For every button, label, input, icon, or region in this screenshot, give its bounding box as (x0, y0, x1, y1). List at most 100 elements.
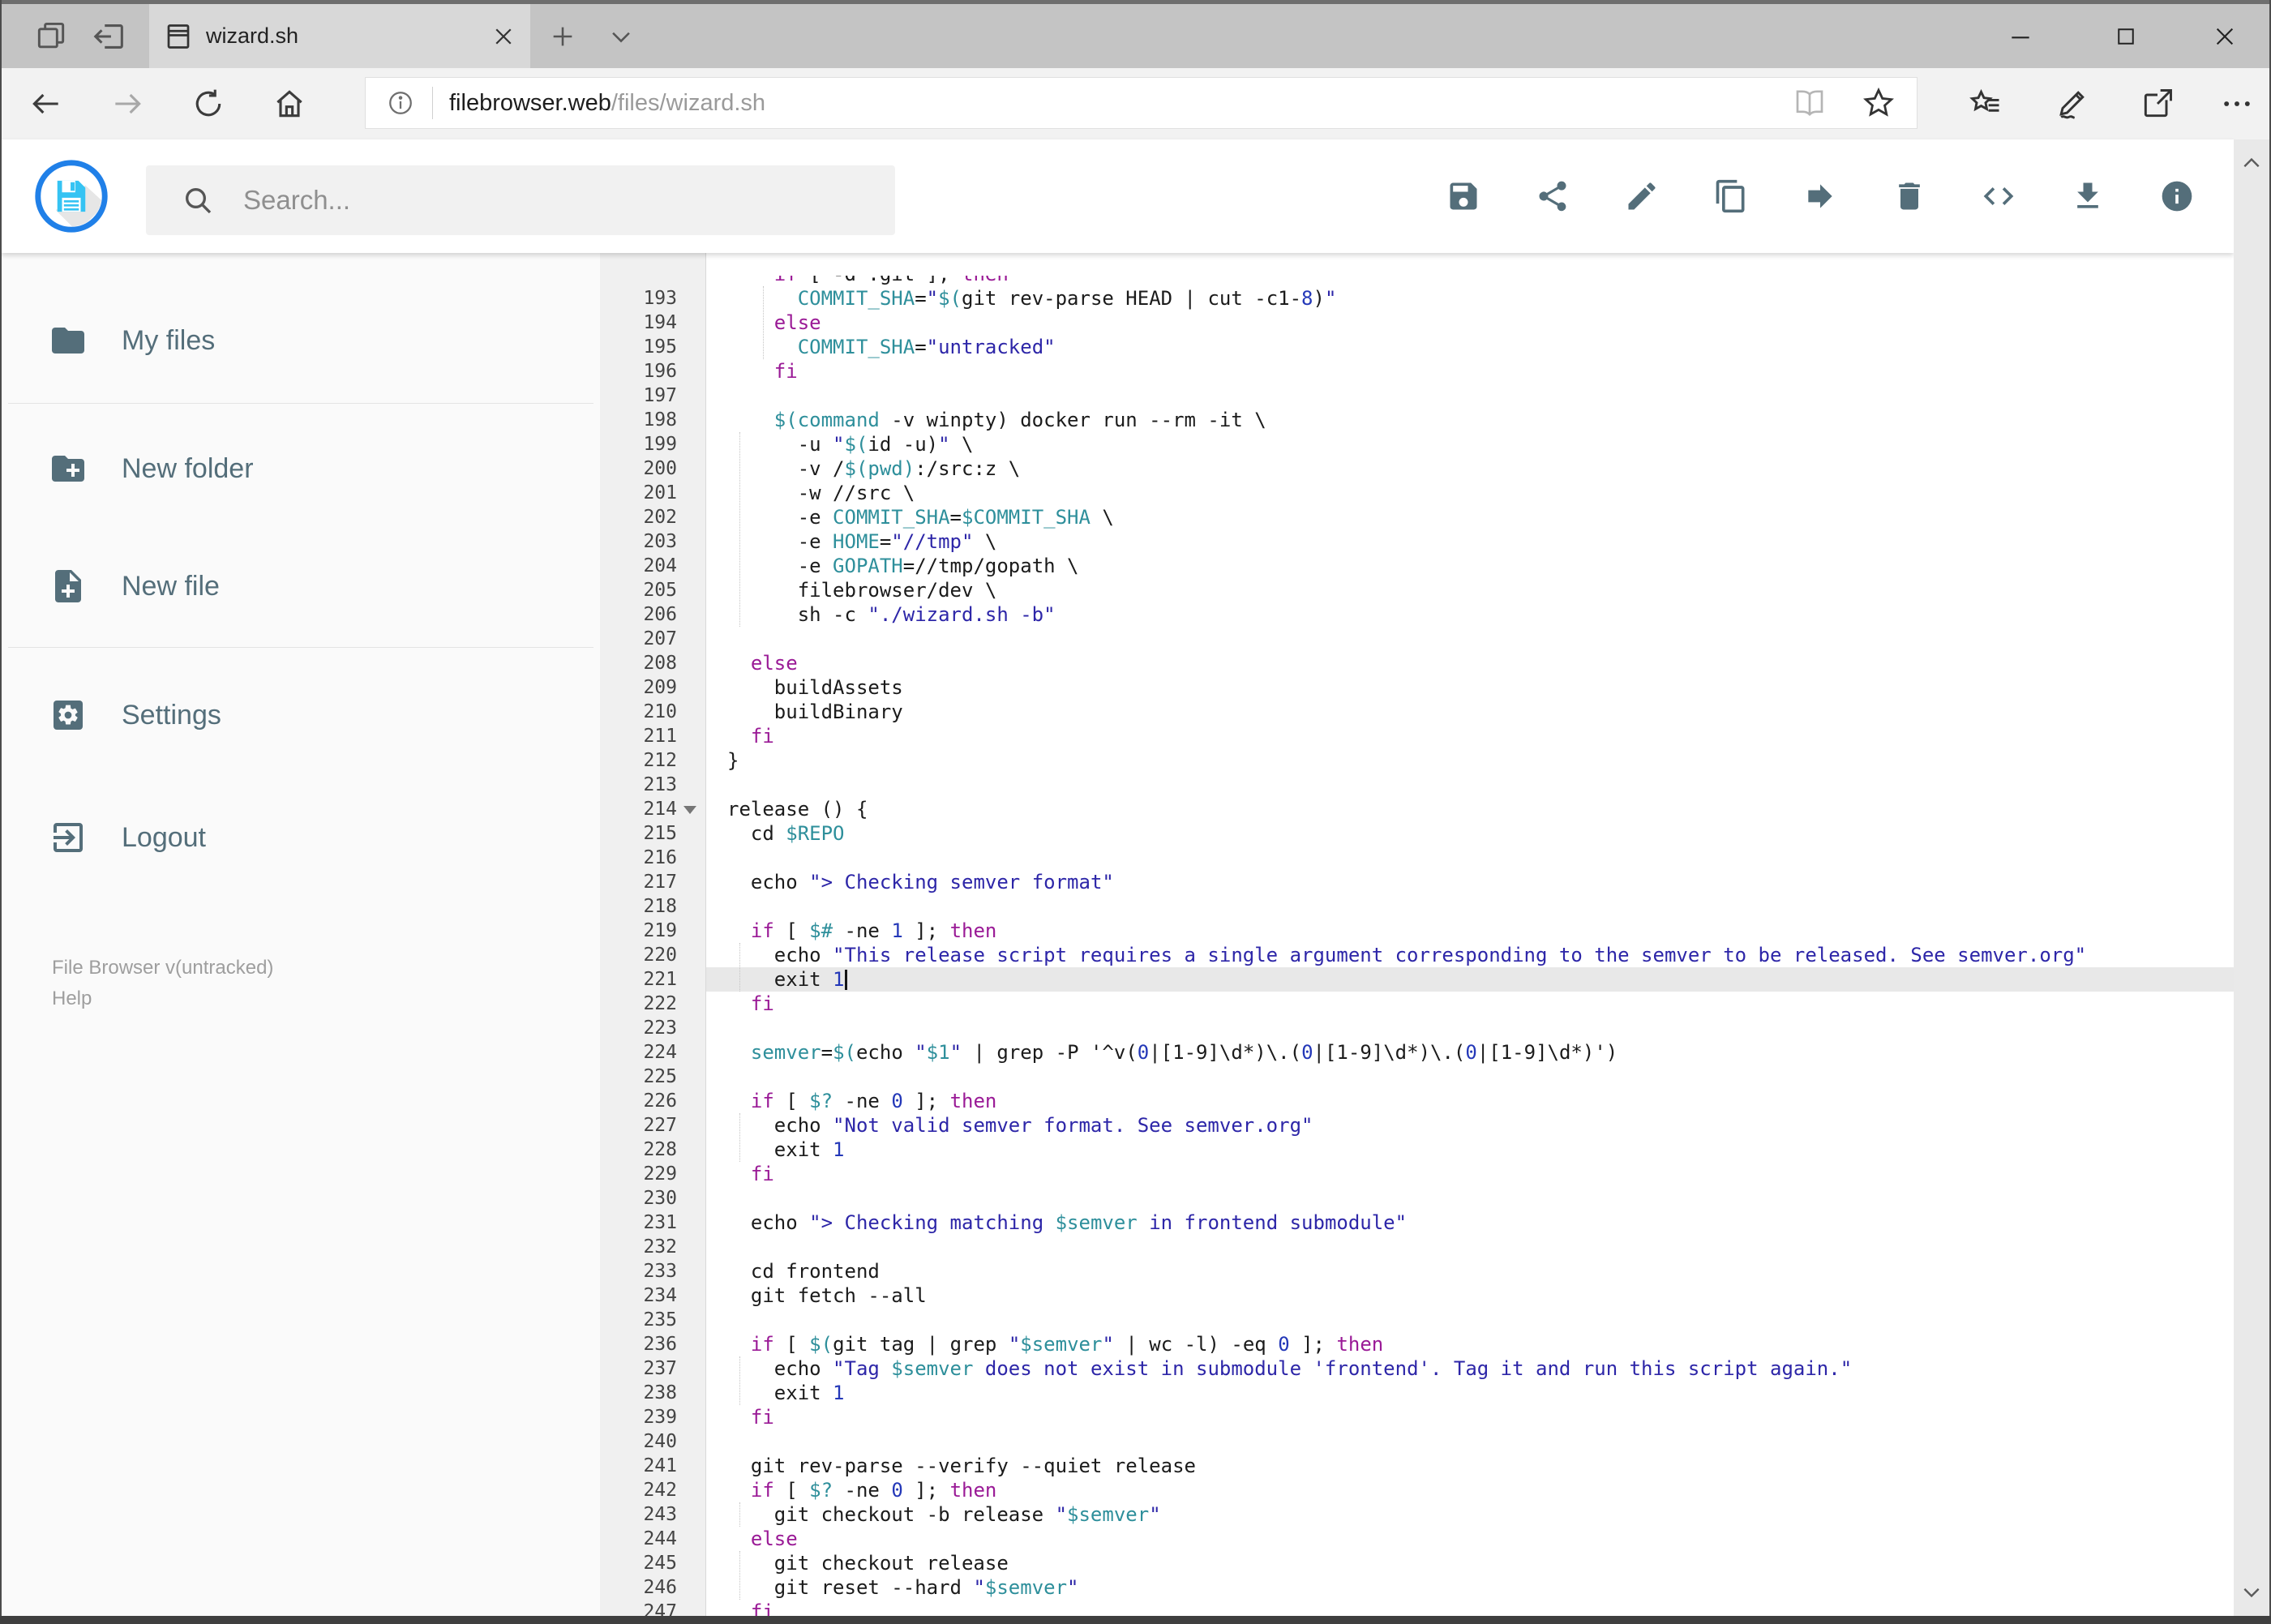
code-line[interactable]: 217 echo "> Checking semver format" (600, 870, 2235, 894)
tab-list-button[interactable] (597, 4, 645, 68)
url-text[interactable]: filebrowser.web/files/wizard.sh (449, 90, 1793, 117)
code-line[interactable]: 195 COMMIT_SHA="untracked" (600, 335, 2235, 359)
home-button[interactable] (253, 68, 326, 139)
code-line[interactable]: 213 (600, 773, 2235, 797)
code-line[interactable]: 232 (600, 1235, 2235, 1259)
code-line[interactable]: 226 if [ $? -ne 0 ]; then (600, 1089, 2235, 1113)
code-line[interactable]: 233 cd frontend (600, 1259, 2235, 1283)
code-line[interactable]: 246 git reset --hard "$semver" (600, 1575, 2235, 1600)
code-line[interactable]: 218 (600, 894, 2235, 919)
code-line[interactable]: 245 git checkout release (600, 1551, 2235, 1575)
minimize-button[interactable] (1983, 4, 2058, 68)
filebrowser-logo[interactable] (34, 159, 109, 234)
sidebar-item-new-folder[interactable]: New folder (49, 443, 254, 495)
code-line[interactable]: 237 echo "Tag $semver does not exist in … (600, 1356, 2235, 1381)
web-notes-button[interactable] (2037, 68, 2106, 139)
info-button[interactable] (2159, 178, 2195, 214)
search-box[interactable] (146, 165, 895, 235)
code-line[interactable]: 235 (600, 1308, 2235, 1332)
copy-button[interactable] (1713, 178, 1749, 214)
code-line[interactable]: 240 (600, 1429, 2235, 1454)
save-button[interactable] (1446, 178, 1481, 214)
code-line[interactable]: 223 (600, 1016, 2235, 1040)
code-line[interactable]: 227 echo "Not valid semver format. See s… (600, 1113, 2235, 1138)
sidebar-item-settings[interactable]: Settings (49, 689, 221, 741)
close-window-button[interactable] (2187, 4, 2262, 68)
code-button[interactable] (1981, 178, 2016, 214)
code-line[interactable]: 206 sh -c "./wizard.sh -b" (600, 602, 2235, 627)
delete-button[interactable] (1892, 178, 1927, 214)
code-line[interactable]: 236 if [ $(git tag | grep "$semver" | wc… (600, 1332, 2235, 1356)
code-line[interactable]: 234 git fetch --all (600, 1283, 2235, 1308)
code-line[interactable]: 196 fi (600, 359, 2235, 384)
code-line[interactable]: 239 fi (600, 1405, 2235, 1429)
tab-close-icon[interactable] (491, 24, 516, 49)
tab-preview-button[interactable] (23, 4, 79, 68)
code-line[interactable]: 228 exit 1 (600, 1138, 2235, 1162)
code-line[interactable]: 198 $(command -v winpty) docker run --rm… (600, 408, 2235, 432)
code-line[interactable]: 222 fi (600, 992, 2235, 1016)
share-page-button[interactable] (2123, 68, 2192, 139)
code-line[interactable]: 214 release () { (600, 797, 2235, 821)
code-line[interactable]: 224 semver=$(echo "$1" | grep -P '^v(0|[… (600, 1040, 2235, 1065)
code-line[interactable]: 216 (600, 846, 2235, 870)
code-line[interactable]: 201 -w //src \ (600, 481, 2235, 505)
code-line[interactable]: 244 else (600, 1527, 2235, 1551)
browser-tab[interactable]: wizard.sh (149, 4, 530, 68)
sidebar-item-my-files[interactable]: My files (49, 315, 215, 366)
code-line[interactable]: 200 -v /$(pwd):/src:z \ (600, 456, 2235, 481)
code-line[interactable]: if [ -d .git ]; then (600, 276, 2235, 286)
code-line[interactable]: 209 buildAssets (600, 675, 2235, 700)
code-line[interactable]: 199 -u "$(id -u)" \ (600, 432, 2235, 456)
address-field[interactable]: filebrowser.web/files/wizard.sh (365, 77, 1917, 129)
settings-more-button[interactable] (2202, 68, 2271, 139)
back-button[interactable] (10, 68, 83, 139)
code-line[interactable]: 247 fi (600, 1600, 2235, 1616)
scroll-down-button[interactable] (2234, 1572, 2269, 1611)
sidebar-item-logout[interactable]: Logout (49, 812, 206, 863)
fold-marker-icon[interactable] (683, 806, 696, 814)
code-editor[interactable]: if [ -d .git ]; then193 COMMIT_SHA="$(gi… (600, 253, 2235, 1616)
code-line[interactable]: 215 cd $REPO (600, 821, 2235, 846)
share-button[interactable] (1535, 178, 1570, 214)
code-line[interactable]: 197 (600, 384, 2235, 408)
code-line[interactable]: 229 fi (600, 1162, 2235, 1186)
reading-view-icon[interactable] (1793, 87, 1826, 119)
code-line[interactable]: 202 -e COMMIT_SHA=$COMMIT_SHA \ (600, 505, 2235, 529)
search-input[interactable] (242, 184, 895, 216)
code-line[interactable]: 230 (600, 1186, 2235, 1211)
code-line[interactable]: 193 COMMIT_SHA="$(git rev-parse HEAD | c… (600, 286, 2235, 311)
code-line[interactable]: 210 buildBinary (600, 700, 2235, 724)
new-tab-button[interactable] (538, 4, 587, 68)
forward-button[interactable] (91, 68, 164, 139)
code-line[interactable]: 204 -e GOPATH=//tmp/gopath \ (600, 554, 2235, 578)
code-line[interactable]: 208 else (600, 651, 2235, 675)
page-scrollbar[interactable] (2234, 139, 2269, 1616)
edit-button[interactable] (1624, 178, 1660, 214)
move-button[interactable] (1802, 178, 1838, 214)
code-line[interactable]: 220 echo "This release script requires a… (600, 943, 2235, 967)
code-line[interactable]: 238 exit 1 (600, 1381, 2235, 1405)
code-line[interactable]: 205 filebrowser/dev \ (600, 578, 2235, 602)
site-info-icon[interactable] (387, 89, 414, 117)
scroll-up-button[interactable] (2234, 144, 2269, 183)
favorite-star-icon[interactable] (1862, 86, 1896, 120)
maximize-button[interactable] (2089, 4, 2163, 68)
help-link[interactable]: Help (52, 988, 92, 1010)
sidebar-item-new-file[interactable]: New file (49, 560, 220, 612)
code-line[interactable]: 242 if [ $? -ne 0 ]; then (600, 1478, 2235, 1502)
code-line[interactable]: 225 (600, 1065, 2235, 1089)
code-line[interactable]: 207 (600, 627, 2235, 651)
code-line[interactable]: 212} (600, 748, 2235, 773)
code-line[interactable]: 203 -e HOME="//tmp" \ (600, 529, 2235, 554)
refresh-button[interactable] (172, 68, 245, 139)
favorites-hub-button[interactable] (1951, 68, 2020, 139)
code-line[interactable]: 243 git checkout -b release "$semver" (600, 1502, 2235, 1527)
download-button[interactable] (2070, 178, 2106, 214)
code-line[interactable]: 211 fi (600, 724, 2235, 748)
set-tabs-aside-button[interactable] (81, 4, 138, 68)
code-line[interactable]: 219 if [ $# -ne 1 ]; then (600, 919, 2235, 943)
code-line[interactable]: 231 echo "> Checking matching $semver in… (600, 1211, 2235, 1235)
code-line[interactable]: 194 else (600, 311, 2235, 335)
code-line[interactable]: 241 git rev-parse --verify --quiet relea… (600, 1454, 2235, 1478)
